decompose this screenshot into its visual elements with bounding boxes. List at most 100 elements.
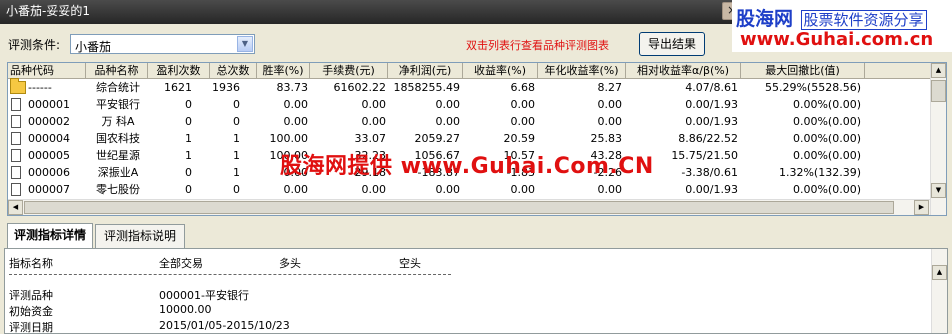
condition-label: 评测条件:	[8, 38, 61, 52]
cell-total-count: 1936	[212, 81, 240, 94]
table-row[interactable]: ------ 综合统计 1621 1936 83.73 61602.22 1858255.4…	[8, 78, 932, 96]
cell-win-count: 0	[185, 98, 192, 111]
cell-alpha-beta: 0.00/1.93	[685, 98, 738, 111]
col-header-filler	[865, 63, 932, 79]
col-header-drawdown[interactable]: 最大回撤比(值)	[741, 63, 865, 79]
cell-return: 20.59	[503, 132, 536, 145]
col-header-code[interactable]: 品种代码	[8, 63, 86, 79]
table-row[interactable]: 000001 平安银行 0 0 0.00 0.00 0.00 0.00 0.00 0.00/1.9…	[8, 96, 932, 113]
cell-profit: 0.00	[435, 98, 461, 111]
cell-code: ------	[28, 81, 52, 94]
cell-win-count: 1	[185, 149, 192, 162]
cell-win-rate: 0.00	[283, 183, 309, 196]
cell-win-count: 0	[185, 166, 192, 179]
cell-name: 世纪星源	[96, 149, 140, 162]
detail-label: 评测品种	[9, 289, 53, 302]
chevron-down-icon[interactable]: ▼	[237, 36, 253, 52]
folder-icon	[10, 78, 26, 94]
watermark-middle: 股海网提供 www.Guhai.Com.CN	[280, 154, 654, 179]
cell-alpha-beta: 0.00/1.93	[685, 115, 738, 128]
grid-vertical-scrollbar[interactable]: ▲ ▼	[930, 63, 946, 215]
cell-alpha-beta: 0.00/1.93	[685, 183, 738, 196]
cell-win-rate: 0.00	[283, 115, 309, 128]
doc-icon	[11, 98, 21, 111]
doc-icon	[11, 166, 21, 179]
scroll-down-icon[interactable]: ▼	[931, 183, 946, 198]
cell-max-drawdown: 0.00%(0.00)	[792, 98, 861, 111]
cell-win-count: 1621	[164, 81, 192, 94]
scroll-thumb[interactable]	[931, 80, 946, 102]
cell-annual-return: 0.00	[597, 183, 623, 196]
grid-header: 品种代码 品种名称 盈利次数 总次数 胜率(%) 手续费(元) 净利润(元) 收…	[8, 63, 932, 79]
cell-max-drawdown: 55.29%(5528.56)	[764, 81, 861, 94]
window-title: 小番茄-妥妥的1	[6, 4, 90, 18]
scroll-left-icon[interactable]: ◀	[8, 200, 23, 215]
detail-value: 2015/01/05-2015/10/23	[159, 319, 290, 332]
tab-indicator-description[interactable]: 评测指标说明	[95, 224, 185, 248]
cell-max-drawdown: 0.00%(0.00)	[792, 149, 861, 162]
export-button[interactable]: 导出结果	[639, 32, 705, 56]
cell-alpha-beta: 4.07/8.61	[685, 81, 738, 94]
detail-header-short: 空头	[399, 257, 421, 270]
grid-horizontal-scrollbar[interactable]: ◀ ▶	[8, 199, 930, 215]
detail-label: 初始资金	[9, 305, 53, 318]
table-row[interactable]: 000002 万 科A 0 0 0.00 0.00 0.00 0.00 0.00 0.00/1.9…	[8, 113, 932, 130]
doc-icon	[11, 115, 21, 128]
detail-value: 10000.00	[159, 303, 212, 316]
cell-total-count: 0	[233, 183, 240, 196]
table-row[interactable]: 000007 零七股份 0 0 0.00 0.00 0.00 0.00 0.00 0.00/1.9…	[8, 181, 932, 198]
cell-total-count: 1	[233, 149, 240, 162]
cell-annual-return: 0.00	[597, 98, 623, 111]
cell-win-count: 1	[185, 132, 192, 145]
cell-annual-return: 0.00	[597, 115, 623, 128]
cell-win-count: 0	[185, 115, 192, 128]
detail-header-long: 多头	[279, 257, 301, 270]
col-header-rate[interactable]: 胜率(%)	[257, 63, 310, 79]
doc-icon	[11, 149, 21, 162]
cell-return: 0.00	[510, 115, 536, 128]
hint-text: 双击列表行查看品种评测图表	[466, 39, 609, 52]
toolbar: 评测条件: 小番茄 ▼ 双击列表行查看品种评测图表 导出结果	[0, 24, 952, 62]
col-header-total[interactable]: 总次数	[210, 63, 257, 79]
cell-code: 000004	[28, 132, 70, 145]
cell-win-count: 0	[185, 183, 192, 196]
cell-name: 综合统计	[96, 81, 140, 94]
col-header-alpha-beta[interactable]: 相对收益率α/β(%)	[626, 63, 741, 79]
scroll-right-icon[interactable]: ▶	[914, 200, 929, 215]
detail-label: 评测日期	[9, 321, 53, 334]
cell-profit: 0.00	[435, 115, 461, 128]
cell-total-count: 0	[233, 115, 240, 128]
cell-return: 0.00	[510, 183, 536, 196]
col-header-win[interactable]: 盈利次数	[148, 63, 210, 79]
detail-header-name: 指标名称	[9, 257, 53, 270]
cell-code: 000006	[28, 166, 70, 179]
cell-code: 000007	[28, 183, 70, 196]
cell-code: 000001	[28, 98, 70, 111]
detail-vertical-scrollbar[interactable]: ▲	[931, 249, 947, 333]
col-header-return[interactable]: 收益率(%)	[463, 63, 538, 79]
col-header-profit[interactable]: 净利润(元)	[388, 63, 463, 79]
scroll-up-icon[interactable]: ▲	[932, 265, 947, 280]
tab-indicator-details[interactable]: 评测指标详情	[7, 223, 93, 249]
condition-select[interactable]: 小番茄 ▼	[70, 34, 255, 54]
scroll-thumb-horizontal[interactable]	[24, 201, 894, 214]
table-row[interactable]: 000004 国农科技 1 1 100.00 33.07 2059.27 20.59 25.83…	[8, 130, 932, 147]
detail-value: 000001-平安银行	[159, 289, 249, 302]
divider	[9, 274, 451, 275]
cell-total-count: 1	[233, 132, 240, 145]
cell-win-rate: 100.00	[269, 132, 309, 145]
cell-return: 6.68	[510, 81, 536, 94]
col-header-annual[interactable]: 年化收益率(%)	[538, 63, 626, 79]
detail-panel: 指标名称 全部交易 多头 空头 评测品种 000001-平安银行 初始资金 10…	[4, 248, 948, 334]
scroll-up-icon[interactable]: ▲	[931, 63, 946, 78]
col-header-name[interactable]: 品种名称	[86, 63, 148, 79]
cell-max-drawdown: 0.00%(0.00)	[792, 115, 861, 128]
cell-alpha-beta: 8.86/22.52	[678, 132, 738, 145]
cell-name: 国农科技	[96, 132, 140, 145]
col-header-fee[interactable]: 手续费(元)	[310, 63, 388, 79]
cell-code: 000005	[28, 149, 70, 162]
cell-fee: 33.07	[354, 132, 387, 145]
cell-name: 零七股份	[96, 183, 140, 196]
cell-win-rate: 0.00	[283, 98, 309, 111]
cell-total-count: 0	[233, 98, 240, 111]
